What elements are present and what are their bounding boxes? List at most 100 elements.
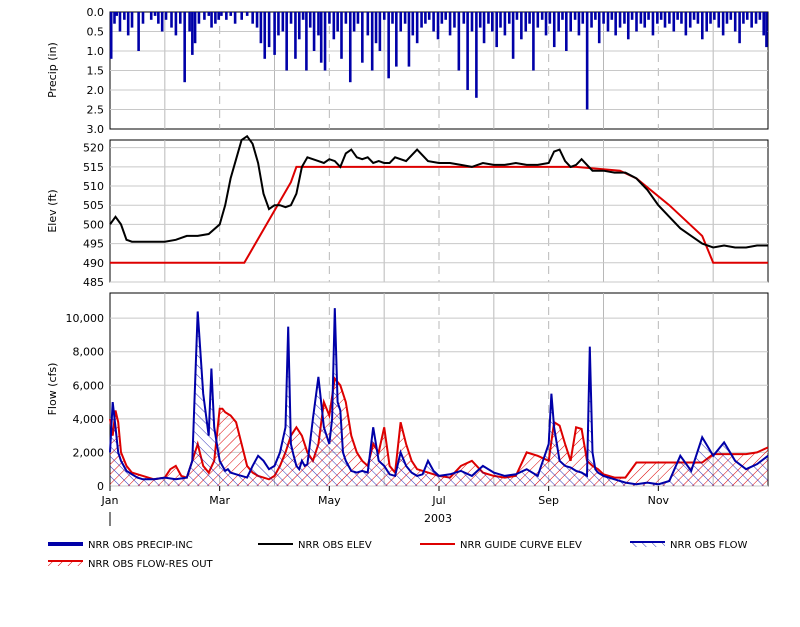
flow-y-tick-label: 10,000 [66,312,105,325]
precip-bar [294,12,297,59]
legend: NRR OBS PRECIP-INC NRR OBS ELEV NRR GUIDE … [48,540,747,570]
precip-bar [618,12,622,28]
precip-bar [415,12,419,44]
precip-bar [705,12,708,32]
precip-bar [267,12,271,48]
flow-y-tick-label: 2,000 [73,446,105,459]
x-tick-label: Mar [209,494,230,507]
precip-bar [374,12,378,44]
precip-bar [285,12,288,71]
precip-bar [123,12,126,20]
precip-bar [352,12,356,32]
precip-bar [524,12,528,32]
precip-bar [495,12,498,48]
precip-bar [717,12,721,28]
precip-bar [725,12,729,24]
precip-bar [305,12,308,71]
precip-bar [411,12,415,36]
precip-bar [478,12,482,28]
precip-bar [217,12,220,20]
precip-bar [532,12,535,71]
flow-y-tick-label: 8,000 [73,346,105,359]
precip-bar [308,12,312,28]
precip-bar [520,12,523,40]
precip-bar [420,12,423,28]
precip-bar [403,12,407,24]
precip-bar [312,12,316,51]
precip-bar [344,12,348,24]
precip-bar [255,12,259,28]
precip-bar [507,12,511,24]
elev-y-tick-label: 495 [83,238,104,251]
precip-bar [340,12,343,59]
precip-bar [565,12,568,51]
precip-y-tick-label: 2.0 [87,84,105,97]
precip-bar [348,12,352,83]
flow-y-axis-label: Flow (cfs) [46,363,59,416]
precip-bar [536,12,540,28]
precip-bar [462,12,466,24]
precip-bar [251,12,254,24]
precip-bar [630,12,634,20]
elev-y-tick-label: 510 [83,180,104,193]
precip-bar [590,12,593,28]
precip-bar [207,12,211,16]
precip-bar [361,12,364,63]
precip-bar [635,12,638,32]
precip-bar [515,12,519,20]
precip-bar [729,12,733,20]
precip-bar [289,12,293,24]
precip-bar [688,12,692,28]
precip-bar [668,12,671,24]
elev-y-tick-label: 505 [83,199,104,212]
elev-y-tick-label: 490 [83,257,104,270]
x-tick-label: Nov [648,494,670,507]
precip-bar [651,12,655,36]
precip-bar [277,12,280,36]
precip-bar [684,12,688,36]
precip-bar [713,12,716,20]
precip-bar [548,12,552,24]
precip-bar [482,12,486,44]
precip-bar [109,12,113,59]
precip-bar [487,12,490,24]
precip-bar [432,12,435,32]
precip-bar [332,12,336,40]
x-tick-label: Sep [538,494,559,507]
flow-y-tick-label: 4,000 [73,413,105,426]
legend-label: NRR OBS FLOW-RES OUT [88,559,214,570]
precip-bar [663,12,667,28]
precip-bar [183,12,186,83]
precip-bar [448,12,452,36]
precip-bar [626,12,630,40]
precip-bar [356,12,360,24]
precip-bar [395,12,398,67]
precip-bar [475,12,478,98]
precip-bar [225,12,228,20]
precip-bar [561,12,564,20]
precip-bar [610,12,614,20]
precip-bar [188,12,191,32]
precip-bar [210,12,213,28]
legend-item: NRR GUIDE CURVE ELEV [420,540,582,551]
precip-bar [701,12,704,40]
precip-bar [585,12,589,110]
precip-bar [597,12,601,44]
precip-y-tick-label: 2.5 [87,104,105,117]
precip-bar [407,12,411,67]
precip-bar [639,12,643,24]
precip-bar [440,12,444,24]
precip-bar [692,12,696,20]
x-tick-label: Jan [101,494,119,507]
precip-bar [378,12,382,51]
precip-bar [214,12,217,24]
precip-bar [721,12,725,36]
precip-bar [203,12,206,20]
precip-bar [240,12,243,20]
precip-bar [370,12,374,71]
precip-bar [762,12,766,36]
precip-bar [656,12,659,24]
precip-bar [742,12,745,24]
precip-bar [709,12,712,24]
precip-bar [594,12,597,20]
